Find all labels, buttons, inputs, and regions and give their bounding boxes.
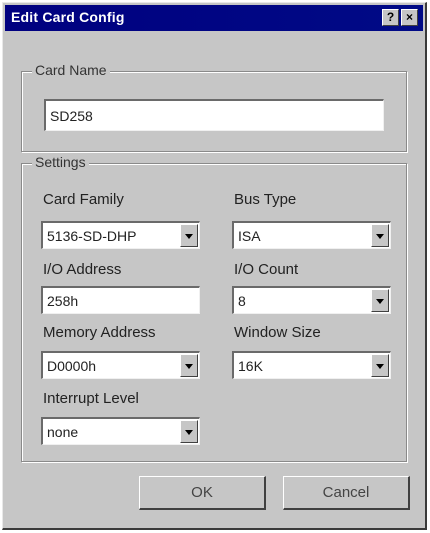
window-size-value: 16K xyxy=(238,358,263,374)
io-count-label: I/O Count xyxy=(234,261,299,278)
settings-group: Settings Card Family 5136-SD-DHP Bus Typ… xyxy=(21,154,407,462)
bus-type-label: Bus Type xyxy=(234,191,297,208)
bus-type-value: ISA xyxy=(238,228,261,244)
bus-type-select[interactable]: ISA xyxy=(232,221,391,249)
memory-address-label: Memory Address xyxy=(43,324,156,341)
card-name-input[interactable]: SD258 xyxy=(44,99,384,131)
window-title: Edit Card Config xyxy=(11,9,125,25)
io-address-value: 258h xyxy=(47,293,79,309)
interrupt-level-select[interactable]: none xyxy=(41,417,200,445)
card-name-group: Card Name SD258 xyxy=(21,62,407,152)
chevron-down-icon xyxy=(376,299,384,304)
card-family-label: Card Family xyxy=(43,191,124,208)
chevron-down-icon xyxy=(185,234,193,239)
chevron-down-icon xyxy=(185,430,193,435)
memory-address-value: D0000h xyxy=(47,358,97,374)
io-count-select[interactable]: 8 xyxy=(232,286,391,314)
memory-address-dropdown-button[interactable] xyxy=(180,354,198,377)
card-name-legend: Card Name xyxy=(32,62,110,78)
title-bar[interactable]: Edit Card Config ? × xyxy=(5,5,423,31)
card-family-dropdown-button[interactable] xyxy=(180,224,198,247)
chevron-down-icon xyxy=(185,364,193,369)
help-button[interactable]: ? xyxy=(382,9,399,26)
chevron-down-icon xyxy=(376,364,384,369)
question-mark-icon: ? xyxy=(386,10,395,24)
close-icon: × xyxy=(405,10,413,24)
card-name-value: SD258 xyxy=(50,108,93,124)
interrupt-level-value: none xyxy=(47,424,79,440)
io-count-value: 8 xyxy=(238,293,246,309)
window-size-select[interactable]: 16K xyxy=(232,351,391,379)
window-size-dropdown-button[interactable] xyxy=(371,354,389,377)
chevron-down-icon xyxy=(376,234,384,239)
io-address-label: I/O Address xyxy=(43,261,122,278)
settings-legend: Settings xyxy=(32,154,89,170)
interrupt-level-dropdown-button[interactable] xyxy=(180,420,198,443)
memory-address-select[interactable]: D0000h xyxy=(41,351,200,379)
io-count-dropdown-button[interactable] xyxy=(371,289,389,312)
bus-type-dropdown-button[interactable] xyxy=(371,224,389,247)
card-family-select[interactable]: 5136-SD-DHP xyxy=(41,221,200,249)
interrupt-level-label: Interrupt Level xyxy=(43,390,139,407)
cancel-button[interactable]: Cancel xyxy=(283,476,410,510)
window-size-label: Window Size xyxy=(234,324,321,341)
edit-card-config-dialog: Edit Card Config ? × Card Name SD258 Set… xyxy=(2,2,427,530)
close-button[interactable]: × xyxy=(401,9,418,26)
ok-button[interactable]: OK xyxy=(139,476,266,510)
io-address-input[interactable]: 258h xyxy=(41,286,200,314)
card-family-value: 5136-SD-DHP xyxy=(47,228,137,244)
